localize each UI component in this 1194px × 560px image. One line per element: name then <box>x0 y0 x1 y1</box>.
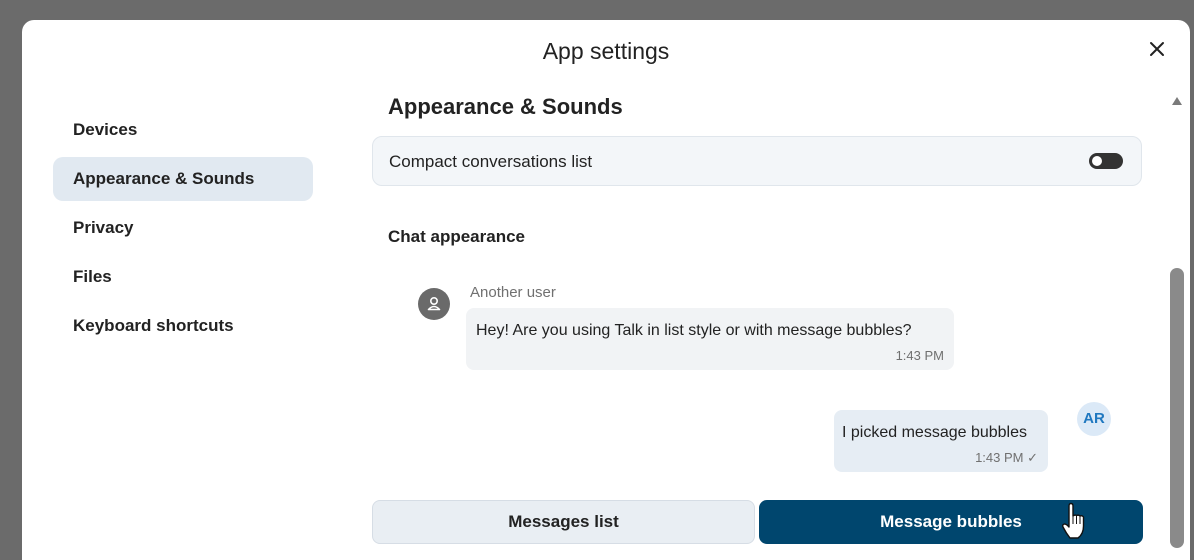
sidebar-item-devices[interactable]: Devices <box>53 108 313 152</box>
incoming-author: Another user <box>470 284 556 301</box>
compact-list-label: Compact conversations list <box>389 152 593 171</box>
outgoing-message-bubble: I picked message bubbles 1:43 PM ✓ <box>834 410 1048 472</box>
sidebar-item-privacy[interactable]: Privacy <box>53 206 313 250</box>
sidebar-item-keyboard-shortcuts[interactable]: Keyboard shortcuts <box>53 304 313 348</box>
scrollbar[interactable] <box>1166 90 1188 548</box>
dialog-title: App settings <box>542 38 670 64</box>
close-icon[interactable] <box>1146 38 1168 60</box>
sidebar-item-files[interactable]: Files <box>53 255 313 299</box>
outgoing-message-text: I picked message bubbles <box>842 424 1027 441</box>
chat-appearance-title: Chat appearance <box>388 227 525 246</box>
settings-sidebar: Devices Appearance & Sounds Privacy File… <box>53 108 313 353</box>
incoming-message-bubble: Hey! Are you using Talk in list style or… <box>466 308 954 370</box>
hand-pointer-icon <box>1062 502 1085 539</box>
scroll-up-arrow-icon[interactable] <box>1171 96 1183 106</box>
section-title: Appearance & Sounds <box>388 94 623 119</box>
user-avatar-icon <box>418 288 450 320</box>
own-avatar: AR <box>1077 402 1111 436</box>
messages-list-button[interactable]: Messages list <box>372 500 755 544</box>
incoming-message-time: 1:43 PM <box>895 348 944 363</box>
compact-list-toggle[interactable] <box>1089 153 1123 169</box>
scrollbar-thumb[interactable] <box>1170 268 1184 548</box>
incoming-message-text: Hey! Are you using Talk in list style or… <box>476 322 912 339</box>
outgoing-message-time: 1:43 PM ✓ <box>975 450 1038 465</box>
settings-dialog: App settings Devices Appearance & Sounds… <box>22 20 1190 560</box>
sidebar-item-appearance-sounds[interactable]: Appearance & Sounds <box>53 157 313 201</box>
compact-list-setting[interactable]: Compact conversations list <box>372 136 1142 186</box>
